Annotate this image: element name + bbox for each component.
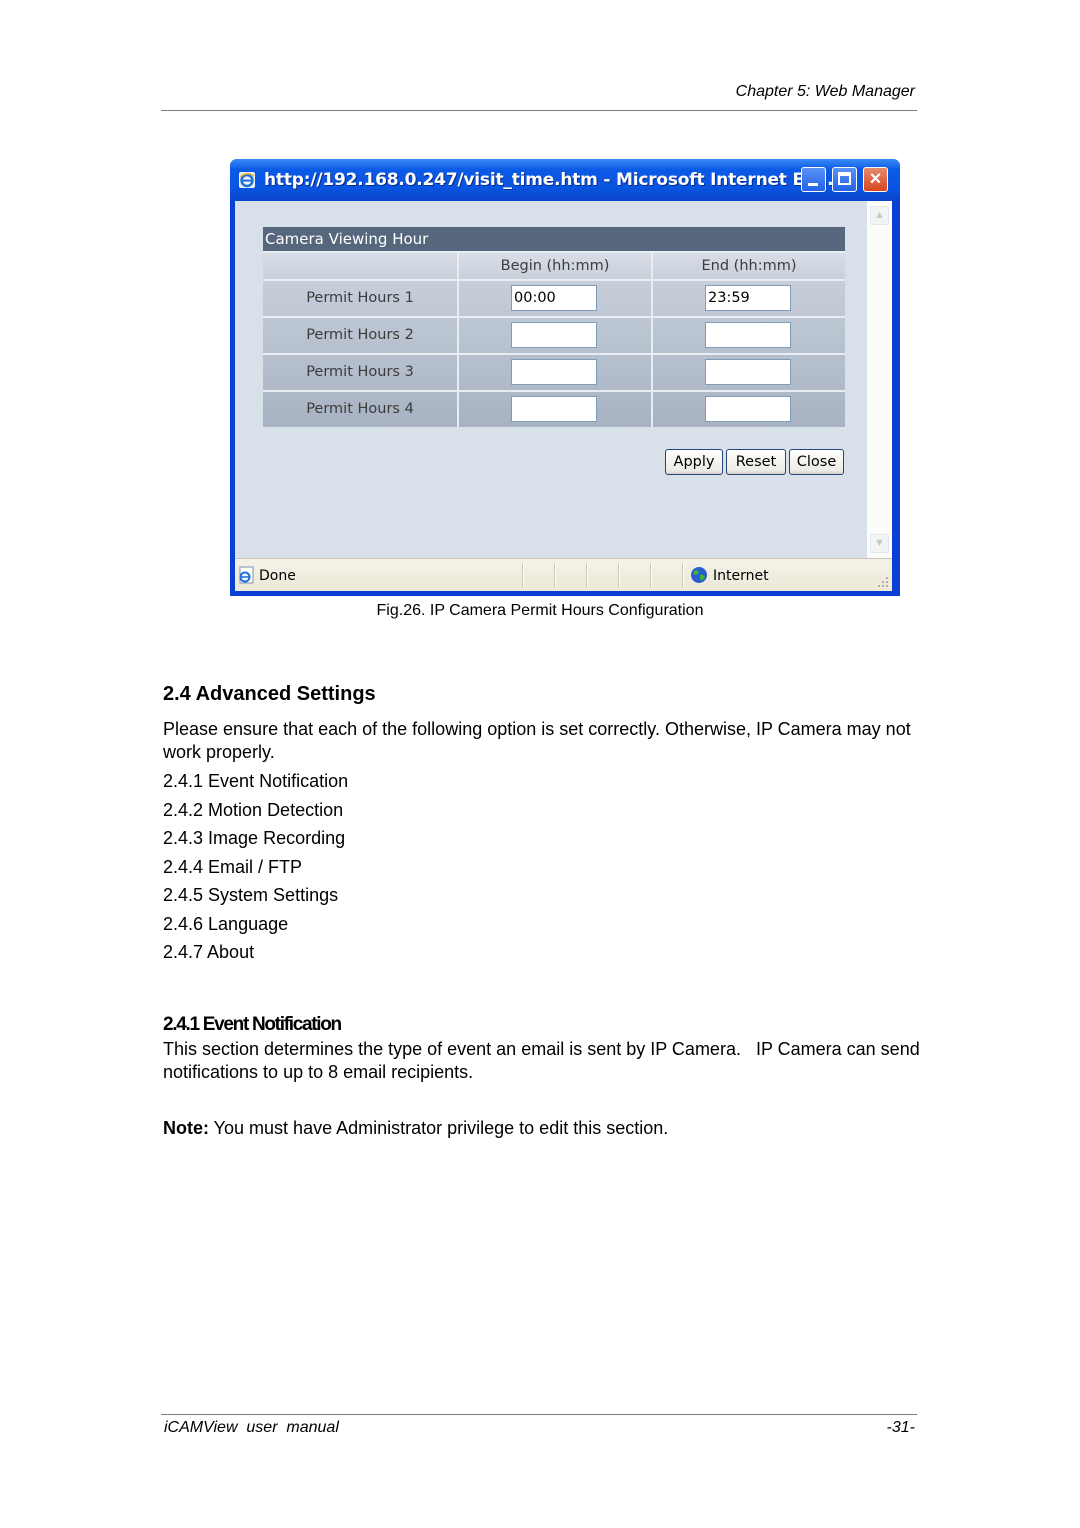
minimize-button[interactable] xyxy=(801,167,826,192)
begin-time-input-2[interactable] xyxy=(511,322,597,348)
begin-time-input-3[interactable] xyxy=(511,359,597,385)
begin-time-input-4[interactable] xyxy=(511,396,597,422)
figure-caption: Fig.26. IP Camera Permit Hours Configura… xyxy=(376,602,704,619)
browser-content: Camera Viewing Hour Begin (hh:mm) End (h… xyxy=(235,201,892,558)
table-row: Permit Hours 1 xyxy=(263,279,845,316)
status-divider xyxy=(682,563,684,587)
security-zone: Internet xyxy=(713,568,769,584)
close-icon: × xyxy=(869,168,882,190)
list-item: 2.4.6 Language xyxy=(163,913,289,934)
vertical-scrollbar[interactable]: ▲ ▼ xyxy=(867,201,892,558)
reset-button[interactable]: Reset xyxy=(726,449,786,475)
subsection-body: This section determines the type of even… xyxy=(163,1039,925,1082)
status-bar: Done Internet xyxy=(235,558,892,591)
minimize-icon xyxy=(808,183,818,186)
close-button[interactable]: Close xyxy=(789,449,844,475)
table-row: Permit Hours 2 xyxy=(263,316,845,353)
ie-logo-icon xyxy=(239,172,255,188)
page-header: Chapter 5: Web Manager xyxy=(161,82,917,111)
end-time-input-1[interactable] xyxy=(705,285,791,311)
page-number: -31- xyxy=(886,1419,915,1436)
table-row: Permit Hours 3 xyxy=(263,353,845,390)
scroll-down-arrow-icon[interactable]: ▼ xyxy=(870,534,889,553)
end-time-input-3[interactable] xyxy=(705,359,791,385)
form-title: Camera Viewing Hour xyxy=(263,227,845,251)
list-item: 2.4.3 Image Recording xyxy=(163,828,346,848)
table-header-row: Begin (hh:mm) End (hh:mm) xyxy=(263,251,845,279)
scroll-up-arrow-icon[interactable]: ▲ xyxy=(870,206,889,225)
list-item: 2.4.7 About xyxy=(163,942,255,962)
note: Note: You must have Administrator privil… xyxy=(163,1118,668,1139)
subsection-heading: 2.4.1 Event Notification xyxy=(163,1014,342,1035)
maximize-button[interactable] xyxy=(832,167,857,192)
list-item: 2.4.5 System Settings xyxy=(163,885,339,905)
note-label: Note: xyxy=(163,1118,209,1138)
column-header-begin: Begin (hh:mm) xyxy=(500,258,610,274)
status-text: Done xyxy=(259,568,296,584)
page-footer: iCAMView user manual -31- xyxy=(161,1414,917,1441)
list-item: 2.4.1 Event Notification xyxy=(163,771,349,791)
permit-hours-table: Begin (hh:mm) End (hh:mm) Permit Hours 1… xyxy=(263,251,845,427)
section-intro: Please ensure that each of the following… xyxy=(163,719,911,762)
apply-button[interactable]: Apply xyxy=(665,449,723,475)
end-time-input-4[interactable] xyxy=(705,396,791,422)
browser-window: http://192.168.0.247/visit_time.htm - Mi… xyxy=(230,159,900,596)
status-divider xyxy=(618,563,620,587)
manual-title: iCAMView user manual xyxy=(164,1419,339,1436)
status-divider xyxy=(586,563,588,587)
settings-list: 2.4.1 Event Notification 2.4.2 Motion De… xyxy=(163,769,348,969)
note-text: You must have Administrator privilege to… xyxy=(209,1118,669,1138)
status-divider xyxy=(650,563,652,587)
section-heading: 2.4 Advanced Settings xyxy=(163,683,376,705)
page-done-icon xyxy=(239,566,254,584)
begin-time-input-1[interactable] xyxy=(511,285,597,311)
status-divider xyxy=(522,563,524,587)
window-titlebar[interactable]: http://192.168.0.247/visit_time.htm - Mi… xyxy=(230,159,900,201)
permit-hours-label: Permit Hours 2 xyxy=(306,327,414,343)
close-window-button[interactable]: × xyxy=(863,167,888,192)
camera-viewing-hour-form: Camera Viewing Hour Begin (hh:mm) End (h… xyxy=(263,227,845,427)
table-row: Permit Hours 4 xyxy=(263,390,845,427)
list-item: 2.4.4 Email / FTP xyxy=(163,856,303,877)
window-title: http://192.168.0.247/visit_time.htm - Mi… xyxy=(264,170,834,190)
permit-hours-label: Permit Hours 3 xyxy=(306,364,414,380)
end-time-input-2[interactable] xyxy=(705,322,791,348)
status-divider xyxy=(554,563,556,587)
internet-globe-icon xyxy=(691,567,707,583)
column-header-end: End (hh:mm) xyxy=(701,258,797,274)
page-client-area: Camera Viewing Hour Begin (hh:mm) End (h… xyxy=(235,201,867,558)
chapter-title: Chapter 5: Web Manager xyxy=(735,83,915,100)
list-item: 2.4.2 Motion Detection xyxy=(163,799,344,820)
resize-grip-icon[interactable] xyxy=(877,576,889,588)
maximize-icon xyxy=(838,172,851,185)
permit-hours-label: Permit Hours 4 xyxy=(306,401,414,417)
permit-hours-label: Permit Hours 1 xyxy=(306,290,414,306)
